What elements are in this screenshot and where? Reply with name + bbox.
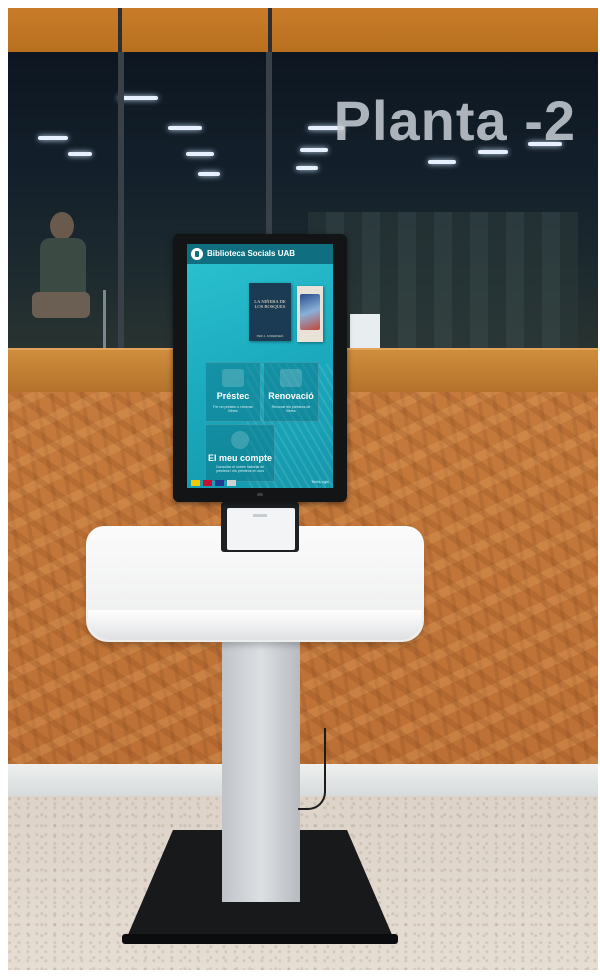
- white-box: [350, 314, 380, 352]
- loan-tile-label: Préstec: [216, 391, 250, 401]
- kiosk-monitor: Biblioteca Socials UAB LA NIÑERA DE LOS …: [173, 234, 347, 502]
- ceiling-light: [168, 126, 202, 130]
- ceiling-light: [68, 152, 92, 156]
- kiosk-screen: Biblioteca Socials UAB LA NIÑERA DE LOS …: [187, 244, 333, 488]
- account-tile[interactable]: El meu compte Consultar el vostre histor…: [205, 424, 275, 482]
- ceiling-beam: [8, 8, 598, 52]
- calendar-renew-icon: [280, 369, 302, 387]
- floor-sign: Planta -2: [333, 89, 576, 152]
- renewal-tile[interactable]: Renovació Renovar els préstecs de llibre…: [263, 362, 319, 422]
- camera-icon: [257, 493, 263, 496]
- language-flag-french[interactable]: [227, 480, 236, 486]
- kiosk-column: [222, 640, 300, 902]
- window-frame: [268, 8, 272, 52]
- kiosk-base-edge: [122, 934, 398, 944]
- loan-tile[interactable]: Préstec Fer un préstec o retornar llibre…: [205, 362, 261, 422]
- language-flag-spanish[interactable]: [203, 480, 212, 486]
- loan-tile-subtitle: Fer un préstec o retornar llibres: [213, 405, 253, 414]
- ceiling-light: [300, 148, 328, 152]
- library-shelves: [308, 212, 578, 357]
- receipt-printer: [227, 508, 295, 550]
- window-frame: [118, 8, 122, 52]
- ceiling-light: [38, 136, 68, 140]
- ceiling-light: [428, 160, 456, 164]
- featured-book-title: LA NIÑERA DE LOS BOSQUES: [254, 299, 286, 310]
- renewal-tile-label: Renovació: [268, 391, 314, 401]
- account-tile-label: El meu compte: [207, 453, 272, 463]
- power-cable: [298, 728, 326, 810]
- featured-book-2[interactable]: [297, 286, 323, 342]
- language-flag-catalan[interactable]: [191, 480, 200, 486]
- ceiling-light: [198, 172, 220, 176]
- vendor-brand: TechLogic: [310, 479, 329, 484]
- language-flag-english[interactable]: [215, 480, 224, 486]
- featured-book-author: PER J. ANDERSEN: [256, 334, 284, 338]
- featured-book[interactable]: LA NIÑERA DE LOS BOSQUES PER J. ANDERSEN: [249, 283, 291, 341]
- ceiling-light: [296, 166, 318, 170]
- kiosk-header-title: Biblioteca Socials UAB: [207, 249, 296, 258]
- account-tile-subtitle: Consultar el vostre historial de préstec…: [215, 465, 265, 474]
- seated-person: [28, 212, 98, 352]
- book-basket-icon: [222, 369, 244, 387]
- photo-scene: Planta -2 Biblioteca Socials UAB LA NIÑE…: [8, 8, 598, 970]
- person-icon: [231, 431, 249, 449]
- kiosk-header: Biblioteca Socials UAB: [187, 244, 333, 264]
- book-cover-art: [300, 294, 320, 330]
- ceiling-light: [118, 96, 158, 100]
- renewal-tile-subtitle: Renovar els préstecs de llibres: [271, 405, 311, 414]
- ceiling-light: [186, 152, 214, 156]
- kiosk-table-edge: [88, 610, 422, 640]
- library-logo-icon: [191, 248, 203, 260]
